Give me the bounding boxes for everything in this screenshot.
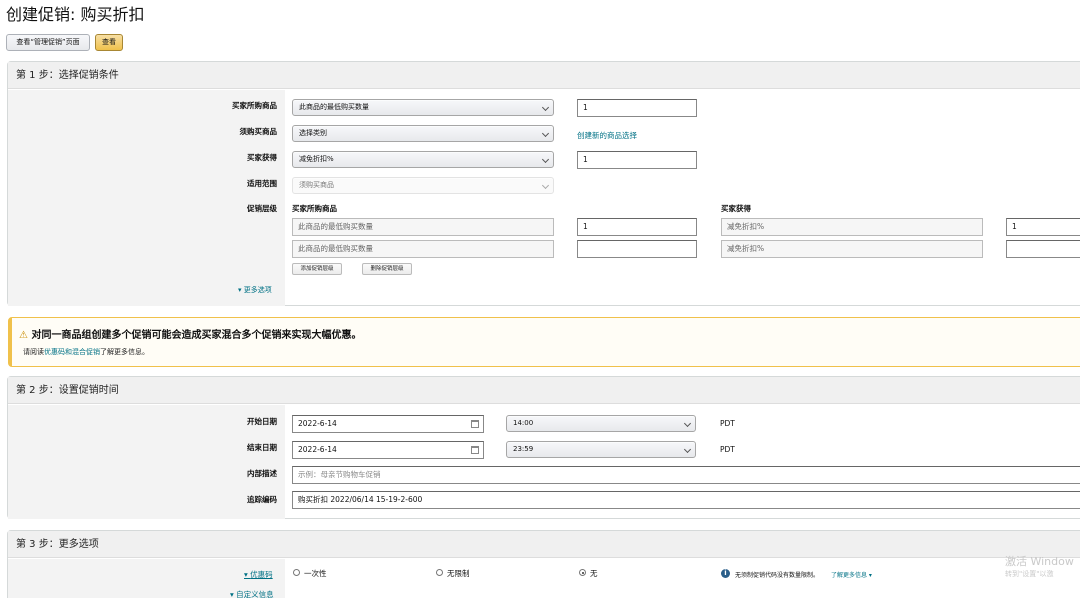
create-product-selection-link[interactable]: 创建新的商品选择	[577, 130, 637, 141]
tier-1-get-value-input[interactable]: 1	[1006, 218, 1080, 236]
calendar-icon[interactable]	[471, 420, 479, 428]
chevron-down-icon	[683, 445, 692, 454]
purchased-items-select-value: 选择类别	[299, 129, 327, 137]
chevron-down-icon: ▾	[867, 572, 872, 579]
coupon-and-combined-promotions-link[interactable]: 优惠码和混合促销	[44, 348, 100, 356]
start-timezone: PDT	[720, 419, 735, 428]
start-date-value: 2022-6-14	[298, 419, 337, 428]
step1-label-column	[8, 90, 285, 306]
custom-info-toggle[interactable]: ▾ 自定义信息	[230, 589, 274, 598]
more-options-toggle[interactable]: ▾ 更多选项	[238, 285, 272, 295]
buyer-gets-select-value: 减免折扣%	[299, 155, 334, 163]
internal-description-label: 内部描述	[247, 469, 277, 478]
tier-1-get-type: 减免折扣%	[721, 218, 983, 236]
info-icon: i	[721, 569, 730, 578]
page-title: 创建促销: 购买折扣	[6, 5, 145, 24]
activate-windows-watermark-sub: 转到"设置"以激	[1005, 570, 1054, 578]
applies-to-select-value: 须购买商品	[299, 181, 334, 189]
applies-to-select: 须购买商品	[292, 177, 554, 194]
tiers-col-buy-header: 买家所购商品	[292, 204, 337, 213]
start-time-value: 14:00	[513, 419, 534, 427]
calendar-icon[interactable]	[471, 446, 479, 454]
tier-2-get-type: 减免折扣%	[721, 240, 983, 258]
more-options-label: 更多选项	[243, 286, 272, 294]
buyer-buys-label: 买家所购商品	[232, 101, 277, 110]
buyer-buys-quantity-input[interactable]: 1	[577, 99, 697, 117]
tier-2-get-value-input[interactable]	[1006, 240, 1080, 258]
buyer-gets-label: 买家获得	[247, 153, 277, 162]
warning-icon: ⚠	[19, 330, 28, 341]
warning-text-after: 了解更多信息。	[100, 348, 149, 356]
coupon-learn-more-label: 了解更多信息	[831, 572, 868, 579]
warning-body: 请阅读优惠码和混合促销了解更多信息。	[23, 347, 149, 357]
purchased-items-select[interactable]: 选择类别	[292, 125, 554, 142]
activate-windows-watermark: 激活 Window	[1005, 555, 1074, 568]
coupon-code-toggle[interactable]: ▾ 优惠码	[244, 569, 273, 580]
internal-description-input[interactable]: 示例：母亲节购物车促销	[292, 466, 1080, 484]
tiers-col-get-header: 买家获得	[721, 204, 751, 213]
remove-tier-button[interactable]: 删除促销层级	[362, 263, 412, 275]
tier-2-buy-value-input[interactable]	[577, 240, 697, 258]
start-date-input[interactable]: 2022-6-14	[292, 415, 484, 433]
custom-info-label: 自定义信息	[236, 590, 274, 598]
end-time-value: 23:59	[513, 445, 534, 453]
buyer-buys-select[interactable]: 此商品的最低购买数量	[292, 99, 554, 116]
coupon-option-unlimited-label: 无限制	[447, 569, 470, 578]
end-time-select[interactable]: 23:59	[506, 441, 696, 458]
step1-heading: 第 1 步：选择促销条件	[8, 62, 1080, 89]
add-tier-button[interactable]: 添加促销层级	[292, 263, 342, 275]
tracking-code-input[interactable]: 购买折扣 2022/06/14 15-19-2-600	[292, 491, 1080, 509]
buyer-buys-select-value: 此商品的最低购买数量	[299, 103, 369, 111]
end-date-label: 结束日期	[247, 443, 277, 452]
warning-title: 对同一商品组创建多个促销可能会造成买家混合多个促销来实现大幅优惠。	[31, 330, 362, 341]
buyer-gets-select[interactable]: 减免折扣%	[292, 151, 554, 168]
chevron-down-icon	[541, 129, 550, 138]
start-time-select[interactable]: 14:00	[506, 415, 696, 432]
step2-heading: 第 2 步：设置促销时间	[8, 377, 1080, 404]
applies-to-label: 适用范围	[247, 179, 277, 188]
coupon-option-unlimited-radio[interactable]	[436, 569, 443, 576]
coupon-info-text: 无须制促销代码没有数量限制。	[735, 572, 820, 579]
step3-heading: 第 3 步：更多选项	[8, 531, 1080, 558]
tier-2-buy-type: 此商品的最低购买数量	[292, 240, 554, 258]
end-date-input[interactable]: 2022-6-14	[292, 441, 484, 459]
coupon-code-label: 优惠码	[250, 570, 273, 579]
start-date-label: 开始日期	[247, 417, 277, 426]
tiers-label: 促销层级	[247, 204, 277, 213]
chevron-down-icon	[683, 419, 692, 428]
warning-text-before: 请阅读	[23, 348, 44, 356]
step3-panel: 第 3 步：更多选项	[7, 530, 1080, 598]
coupon-option-none-radio[interactable]	[579, 569, 586, 576]
buyer-gets-value-input[interactable]: 1	[577, 151, 697, 169]
coupon-option-none-label: 无	[590, 569, 598, 578]
view-button[interactable]: 查看	[95, 34, 123, 51]
tier-1-buy-type: 此商品的最低购买数量	[292, 218, 554, 236]
warning-alert: ⚠ 对同一商品组创建多个促销可能会造成买家混合多个促销来实现大幅优惠。 请阅读优…	[8, 317, 1080, 367]
chevron-down-icon	[541, 103, 550, 112]
coupon-option-once-label: 一次性	[304, 569, 327, 578]
purchased-items-label: 须购买商品	[239, 127, 278, 136]
chevron-down-icon	[541, 181, 550, 190]
view-manage-promotions-button[interactable]: 查看“管理促销”页面	[6, 34, 90, 51]
warning-title-row: ⚠ 对同一商品组创建多个促销可能会造成买家混合多个促销来实现大幅优惠。	[19, 326, 361, 341]
tier-1-buy-value-input[interactable]: 1	[577, 218, 697, 236]
coupon-option-once-radio[interactable]	[293, 569, 300, 576]
tracking-code-label: 追踪编码	[247, 495, 277, 504]
chevron-down-icon	[541, 155, 550, 164]
coupon-learn-more-link[interactable]: 了解更多信息 ▾	[831, 570, 872, 579]
end-date-value: 2022-6-14	[298, 445, 337, 454]
end-timezone: PDT	[720, 445, 735, 454]
